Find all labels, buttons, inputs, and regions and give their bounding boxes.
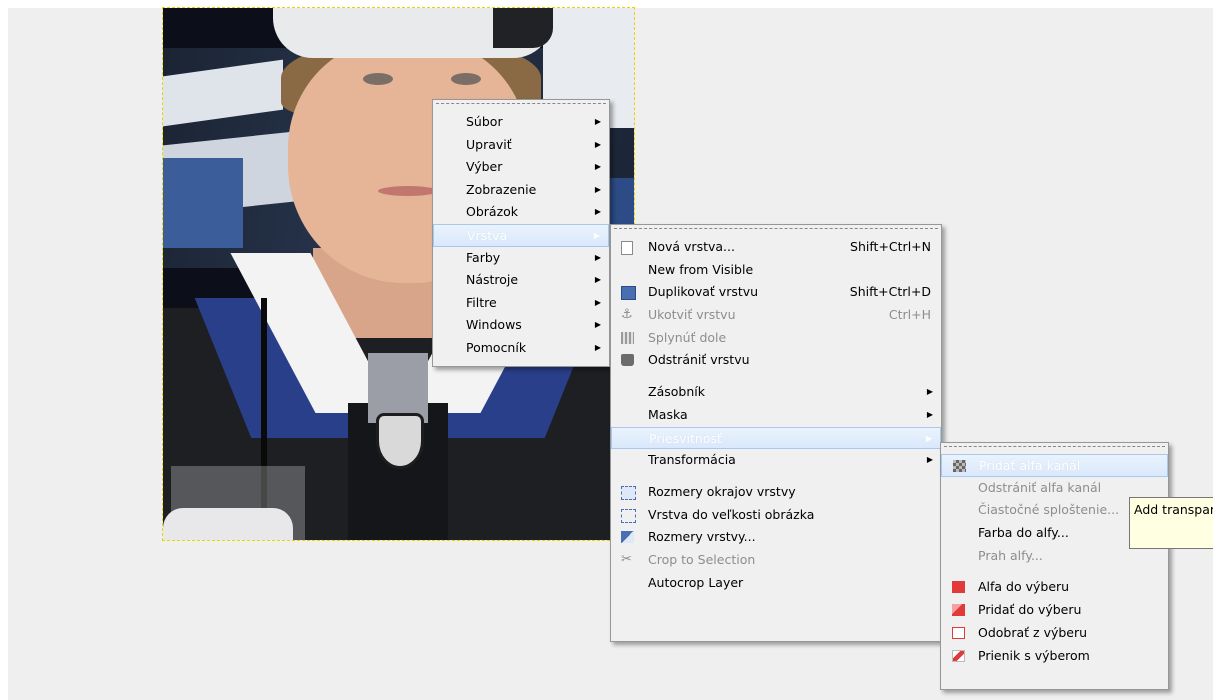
logo-badge — [376, 413, 424, 469]
menu-item-anchor-layer[interactable]: ⚓ Ukotviť vrstvu Ctrl+H — [611, 304, 941, 327]
trash-icon — [621, 354, 634, 367]
menu-item-remove-alpha-channel[interactable]: Odstrániť alfa kanál — [941, 477, 1168, 500]
menu-item-mask[interactable]: Maska ▶ — [611, 404, 941, 427]
menu-item-autocrop-layer[interactable]: Autocrop Layer — [611, 572, 941, 595]
menu-item-edit[interactable]: Upraviť ▶ — [433, 134, 609, 157]
alpha-channel-icon — [953, 460, 966, 472]
menu-item-help[interactable]: Pomocník ▶ — [433, 337, 609, 360]
menu-item-add-to-selection[interactable]: Pridať do výberu — [941, 599, 1168, 622]
menu-item-filters[interactable]: Filtre ▶ — [433, 292, 609, 315]
menu-tearoff[interactable] — [436, 103, 606, 109]
chevron-right-icon: ▶ — [594, 252, 601, 262]
menu-item-layer-to-image-size[interactable]: Vrstva do veľkosti obrázka — [611, 504, 941, 527]
add-to-selection-icon — [952, 604, 965, 617]
alpha-to-selection-icon — [952, 581, 965, 594]
chevron-right-icon: ▶ — [594, 117, 601, 126]
submenu-layer: Nová vrstva... Shift+Ctrl+N New from Visi… — [610, 224, 942, 642]
menu-item-tools[interactable]: Nástroje ▶ — [433, 269, 609, 292]
chevron-right-icon: ▶ — [926, 455, 933, 465]
menu-item-transform[interactable]: Transformácia ▶ — [611, 449, 941, 472]
chevron-right-icon: ▶ — [926, 409, 933, 419]
menu-item-new-layer[interactable]: Nová vrstva... Shift+Ctrl+N — [611, 236, 941, 259]
menu-item-view[interactable]: Zobrazenie ▶ — [433, 179, 609, 202]
menu-item-transparency[interactable]: Priesvitnosť ▶ — [611, 426, 941, 450]
menu-item-colors[interactable]: Farby ▶ — [433, 247, 609, 270]
chevron-right-icon: ▶ — [594, 184, 601, 194]
menu-item-subtract-from-selection[interactable]: Odobrať z výberu — [941, 622, 1168, 645]
chevron-right-icon: ▶ — [593, 230, 600, 240]
menu-tearoff[interactable] — [944, 446, 1165, 452]
menu-item-image[interactable]: Obrázok ▶ — [433, 201, 609, 224]
chevron-right-icon: ▶ — [594, 139, 601, 149]
chevron-right-icon: ▶ — [594, 297, 601, 307]
menu-item-crop-to-selection[interactable]: ✂ Crop to Selection — [611, 549, 941, 572]
chevron-right-icon: ▶ — [926, 387, 933, 397]
menu-item-alpha-to-selection[interactable]: Alfa do výberu — [941, 576, 1168, 599]
menu-separator — [941, 567, 1168, 576]
chevron-right-icon: ▶ — [594, 275, 601, 285]
menu-item-stack[interactable]: Zásobník ▶ — [611, 381, 941, 404]
canvas-top-edge — [0, 0, 1213, 8]
menu-separator — [611, 472, 941, 481]
menu-item-add-alpha-channel[interactable]: Pridať alfa kanál — [941, 454, 1168, 477]
menu-item-new-from-visible[interactable]: New from Visible — [611, 259, 941, 282]
anchor-icon: ⚓ — [621, 307, 633, 323]
chevron-right-icon: ▶ — [594, 162, 601, 172]
menu-item-layer-boundary-size[interactable]: Rozmery okrajov vrstvy — [611, 481, 941, 504]
duplicate-layer-icon — [621, 286, 636, 301]
menu-item-select[interactable]: Výber ▶ — [433, 156, 609, 179]
crop-icon: ✂ — [621, 551, 632, 567]
merge-down-icon — [621, 331, 634, 344]
menu-item-scale-layer[interactable]: Rozmery vrstvy... — [611, 526, 941, 549]
menu-item-layer[interactable]: Vrstva ▶ — [433, 223, 609, 247]
menu-item-intersect-with-selection[interactable]: Prienik s výberom — [941, 645, 1168, 668]
submenu-transparency: Pridať alfa kanál Odstrániť alfa kanál Č… — [940, 442, 1169, 690]
new-layer-icon — [621, 241, 633, 255]
chevron-right-icon: ▶ — [925, 433, 932, 443]
scale-layer-icon — [621, 531, 634, 544]
subtract-from-selection-icon — [952, 626, 965, 639]
menu-separator — [611, 372, 941, 381]
chevron-right-icon: ▶ — [594, 342, 601, 352]
menu-item-merge-down[interactable]: Splynúť dole — [611, 327, 941, 350]
layer-boundary-icon — [621, 485, 636, 500]
menu-item-duplicate-layer[interactable]: Duplikovať vrstvu Shift+Ctrl+D — [611, 281, 941, 304]
tooltip: Add transpar — [1129, 497, 1213, 549]
menu-item-windows[interactable]: Windows ▶ — [433, 314, 609, 337]
context-menu-main: Súbor ▶ Upraviť ▶ Výber ▶ Zobrazenie ▶ Obráz… — [432, 99, 610, 367]
menu-item-file[interactable]: Súbor ▶ — [433, 111, 609, 134]
menu-tearoff[interactable] — [614, 228, 938, 234]
canvas-left-edge — [0, 0, 8, 700]
menu-item-delete-layer[interactable]: Odstrániť vrstvu — [611, 349, 941, 372]
layer-to-image-size-icon — [621, 508, 636, 523]
chevron-right-icon: ▶ — [594, 207, 601, 217]
intersect-selection-icon — [952, 649, 965, 662]
chevron-right-icon: ▶ — [594, 320, 601, 330]
